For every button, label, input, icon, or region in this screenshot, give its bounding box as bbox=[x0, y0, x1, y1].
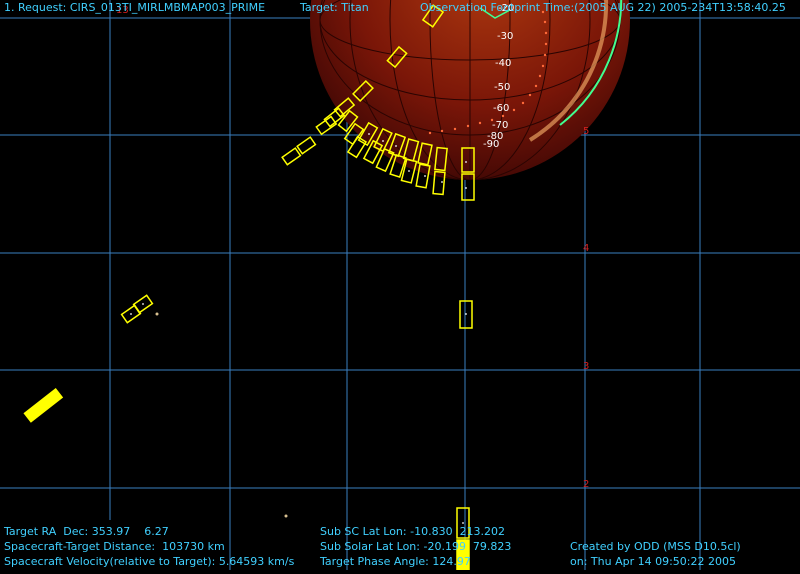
latitude-label: -60 bbox=[493, 103, 510, 114]
target-ra-dec: Target RA Dec: 353.97 6.27 bbox=[4, 525, 169, 538]
grid-label-5: 5 bbox=[583, 126, 590, 137]
latitude-label: -90 bbox=[483, 139, 500, 150]
created-by: Created by ODD (MSS D10.5cl) bbox=[570, 540, 741, 553]
latitude-label: -50 bbox=[494, 82, 511, 93]
footprint-viewer: 5 4 3 2 13 -20 -30 -40 -50 -60 -70 -80 -… bbox=[0, 0, 800, 571]
spacecraft-target-distance: Spacecraft-Target Distance: 103730 km bbox=[4, 540, 225, 553]
star-dot bbox=[155, 312, 159, 316]
sub-solar-lat-lon: Sub Solar Lat Lon: -20.199 79.823 bbox=[320, 540, 512, 553]
grid-label-3: 3 bbox=[583, 361, 590, 372]
spacecraft-velocity: Spacecraft Velocity(relative to Target):… bbox=[4, 555, 295, 568]
latitude-label: -70 bbox=[492, 120, 509, 131]
footprint-filled-left bbox=[23, 388, 64, 423]
footprint-plot bbox=[0, 0, 800, 571]
target-phase-angle: Target Phase Angle: 124.97 bbox=[320, 555, 471, 568]
target-label: Target: Titan bbox=[300, 1, 369, 14]
observation-time-label: Observation Footprint Time:(2005 AUG 22)… bbox=[420, 1, 786, 14]
footprint-center-dots bbox=[130, 133, 467, 524]
sub-sc-lat-lon: Sub SC Lat Lon: -10.830 213.202 bbox=[320, 525, 506, 538]
grid-label-4: 4 bbox=[583, 243, 590, 254]
grid-label-2: 2 bbox=[583, 479, 590, 490]
request-label: 1. Request: CIRS_013TI_MIRLMBMAP003_PRIM… bbox=[4, 1, 266, 14]
titan-globe bbox=[310, 0, 630, 180]
latitude-label: -40 bbox=[495, 58, 512, 69]
star-dot bbox=[284, 514, 288, 518]
created-on: on: Thu Apr 14 09:50:22 2005 bbox=[570, 555, 736, 568]
latitude-label: -30 bbox=[497, 31, 514, 42]
